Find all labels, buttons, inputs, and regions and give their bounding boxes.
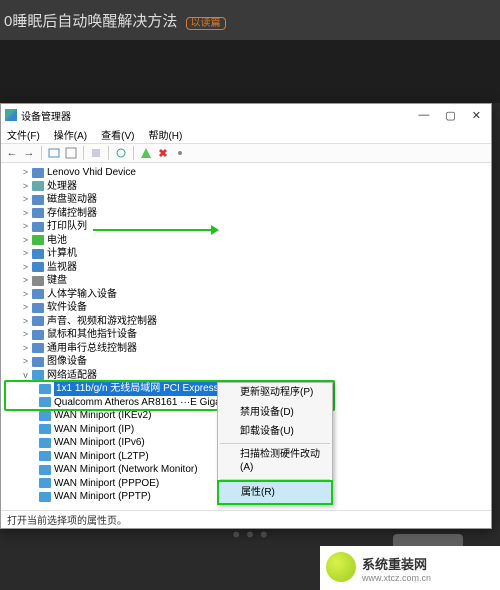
- menubar: 文件(F) 操作(A) 查看(V) 帮助(H): [1, 126, 491, 143]
- cpu-icon: [32, 181, 44, 191]
- mouse-icon: [32, 330, 44, 340]
- close-button[interactable]: ✕: [472, 109, 481, 122]
- menu-view[interactable]: 查看(V): [101, 127, 134, 142]
- storage-icon: [32, 208, 44, 218]
- sound-icon: [32, 316, 44, 326]
- menu-item-scan[interactable]: 扫描检测硬件改动(A): [218, 445, 332, 478]
- titlebar[interactable]: 设备管理器 — ▢ ✕: [1, 104, 491, 126]
- network-icon: [39, 451, 51, 461]
- separator: [41, 146, 42, 160]
- separator: [108, 146, 109, 160]
- dark-band: [0, 40, 500, 103]
- tree-item[interactable]: >监视器: [7, 261, 485, 275]
- menu-item-disable[interactable]: 禁用设备(D): [218, 403, 332, 423]
- tree-item[interactable]: >电池: [7, 234, 485, 248]
- tree-item[interactable]: >通用串行总线控制器: [7, 342, 485, 356]
- menu-item-update-driver[interactable]: 更新驱动程序(P): [218, 383, 332, 403]
- device-icon: [32, 168, 44, 178]
- tb-icon[interactable]: [47, 146, 61, 160]
- page-caption: 0睡眠后自动唤醒解决方法 以读篇: [0, 0, 500, 40]
- logo-icon: [326, 552, 356, 582]
- network-icon: [32, 370, 44, 380]
- menu-action[interactable]: 操作(A): [54, 127, 87, 142]
- printer-icon: [32, 222, 44, 232]
- network-icon: [39, 411, 51, 421]
- refresh-button[interactable]: [114, 146, 128, 160]
- tree-item[interactable]: >计算机: [7, 247, 485, 261]
- toolbar: ← → ✖: [1, 143, 491, 163]
- disk-icon: [32, 195, 44, 205]
- tree-item[interactable]: >鼠标和其他指针设备: [7, 328, 485, 342]
- tree-item[interactable]: >声音、视频和游戏控制器: [7, 315, 485, 329]
- pager-dots: • • •: [0, 522, 500, 542]
- software-icon: [32, 303, 44, 313]
- usb-icon: [32, 343, 44, 353]
- separator: [220, 443, 330, 444]
- window-title: 设备管理器: [21, 108, 418, 123]
- computer-icon: [32, 249, 44, 259]
- tree-item[interactable]: >打印队列: [7, 220, 485, 234]
- device-tree[interactable]: >Lenovo Vhid Device >处理器 >磁盘驱动器 >存储控制器 >…: [1, 163, 491, 510]
- forward-button[interactable]: →: [22, 146, 36, 160]
- maximize-button[interactable]: ▢: [445, 109, 455, 122]
- tree-item[interactable]: >Lenovo Vhid Device: [7, 166, 485, 180]
- network-icon: [39, 478, 51, 488]
- tree-item[interactable]: >存储控制器: [7, 207, 485, 221]
- separator: [83, 146, 84, 160]
- separator: [133, 146, 134, 160]
- tree-item[interactable]: >键盘: [7, 274, 485, 288]
- device-manager-window: 设备管理器 — ▢ ✕ 文件(F) 操作(A) 查看(V) 帮助(H) ← → …: [0, 103, 492, 529]
- menu-item-properties[interactable]: 属性(R): [217, 480, 333, 506]
- tb-icon[interactable]: [64, 146, 78, 160]
- tb-icon[interactable]: [173, 146, 187, 160]
- keyboard-icon: [32, 276, 44, 286]
- network-icon: [39, 424, 51, 434]
- tree-item[interactable]: >图像设备: [7, 355, 485, 369]
- tb-icon[interactable]: [89, 146, 103, 160]
- watermark: 系统重装网 www.xtcz.com.cn: [320, 546, 500, 590]
- tb-icon[interactable]: [139, 146, 153, 160]
- annotation-arrow: [93, 229, 217, 231]
- back-button[interactable]: ←: [5, 146, 19, 160]
- tree-item[interactable]: >处理器: [7, 180, 485, 194]
- menu-help[interactable]: 帮助(H): [148, 127, 182, 142]
- monitor-icon: [32, 262, 44, 272]
- context-menu: 更新驱动程序(P) 禁用设备(D) 卸载设备(U) 扫描检测硬件改动(A) 属性…: [217, 382, 333, 505]
- battery-icon: [32, 235, 44, 245]
- tree-item[interactable]: >软件设备: [7, 301, 485, 315]
- network-icon: [39, 384, 51, 394]
- menu-item-uninstall[interactable]: 卸载设备(U): [218, 422, 332, 442]
- network-icon: [39, 438, 51, 448]
- app-icon: [5, 109, 17, 121]
- hid-icon: [32, 289, 44, 299]
- tree-item[interactable]: >人体学输入设备: [7, 288, 485, 302]
- network-icon: [39, 492, 51, 502]
- network-icon: [39, 397, 51, 407]
- stop-button[interactable]: ✖: [156, 146, 170, 160]
- imaging-icon: [32, 357, 44, 367]
- menu-file[interactable]: 文件(F): [7, 127, 40, 142]
- tree-item[interactable]: >磁盘驱动器: [7, 193, 485, 207]
- network-icon: [39, 465, 51, 475]
- minimize-button[interactable]: —: [418, 109, 429, 122]
- tree-item-network-adapters[interactable]: v网络适配器: [7, 369, 485, 383]
